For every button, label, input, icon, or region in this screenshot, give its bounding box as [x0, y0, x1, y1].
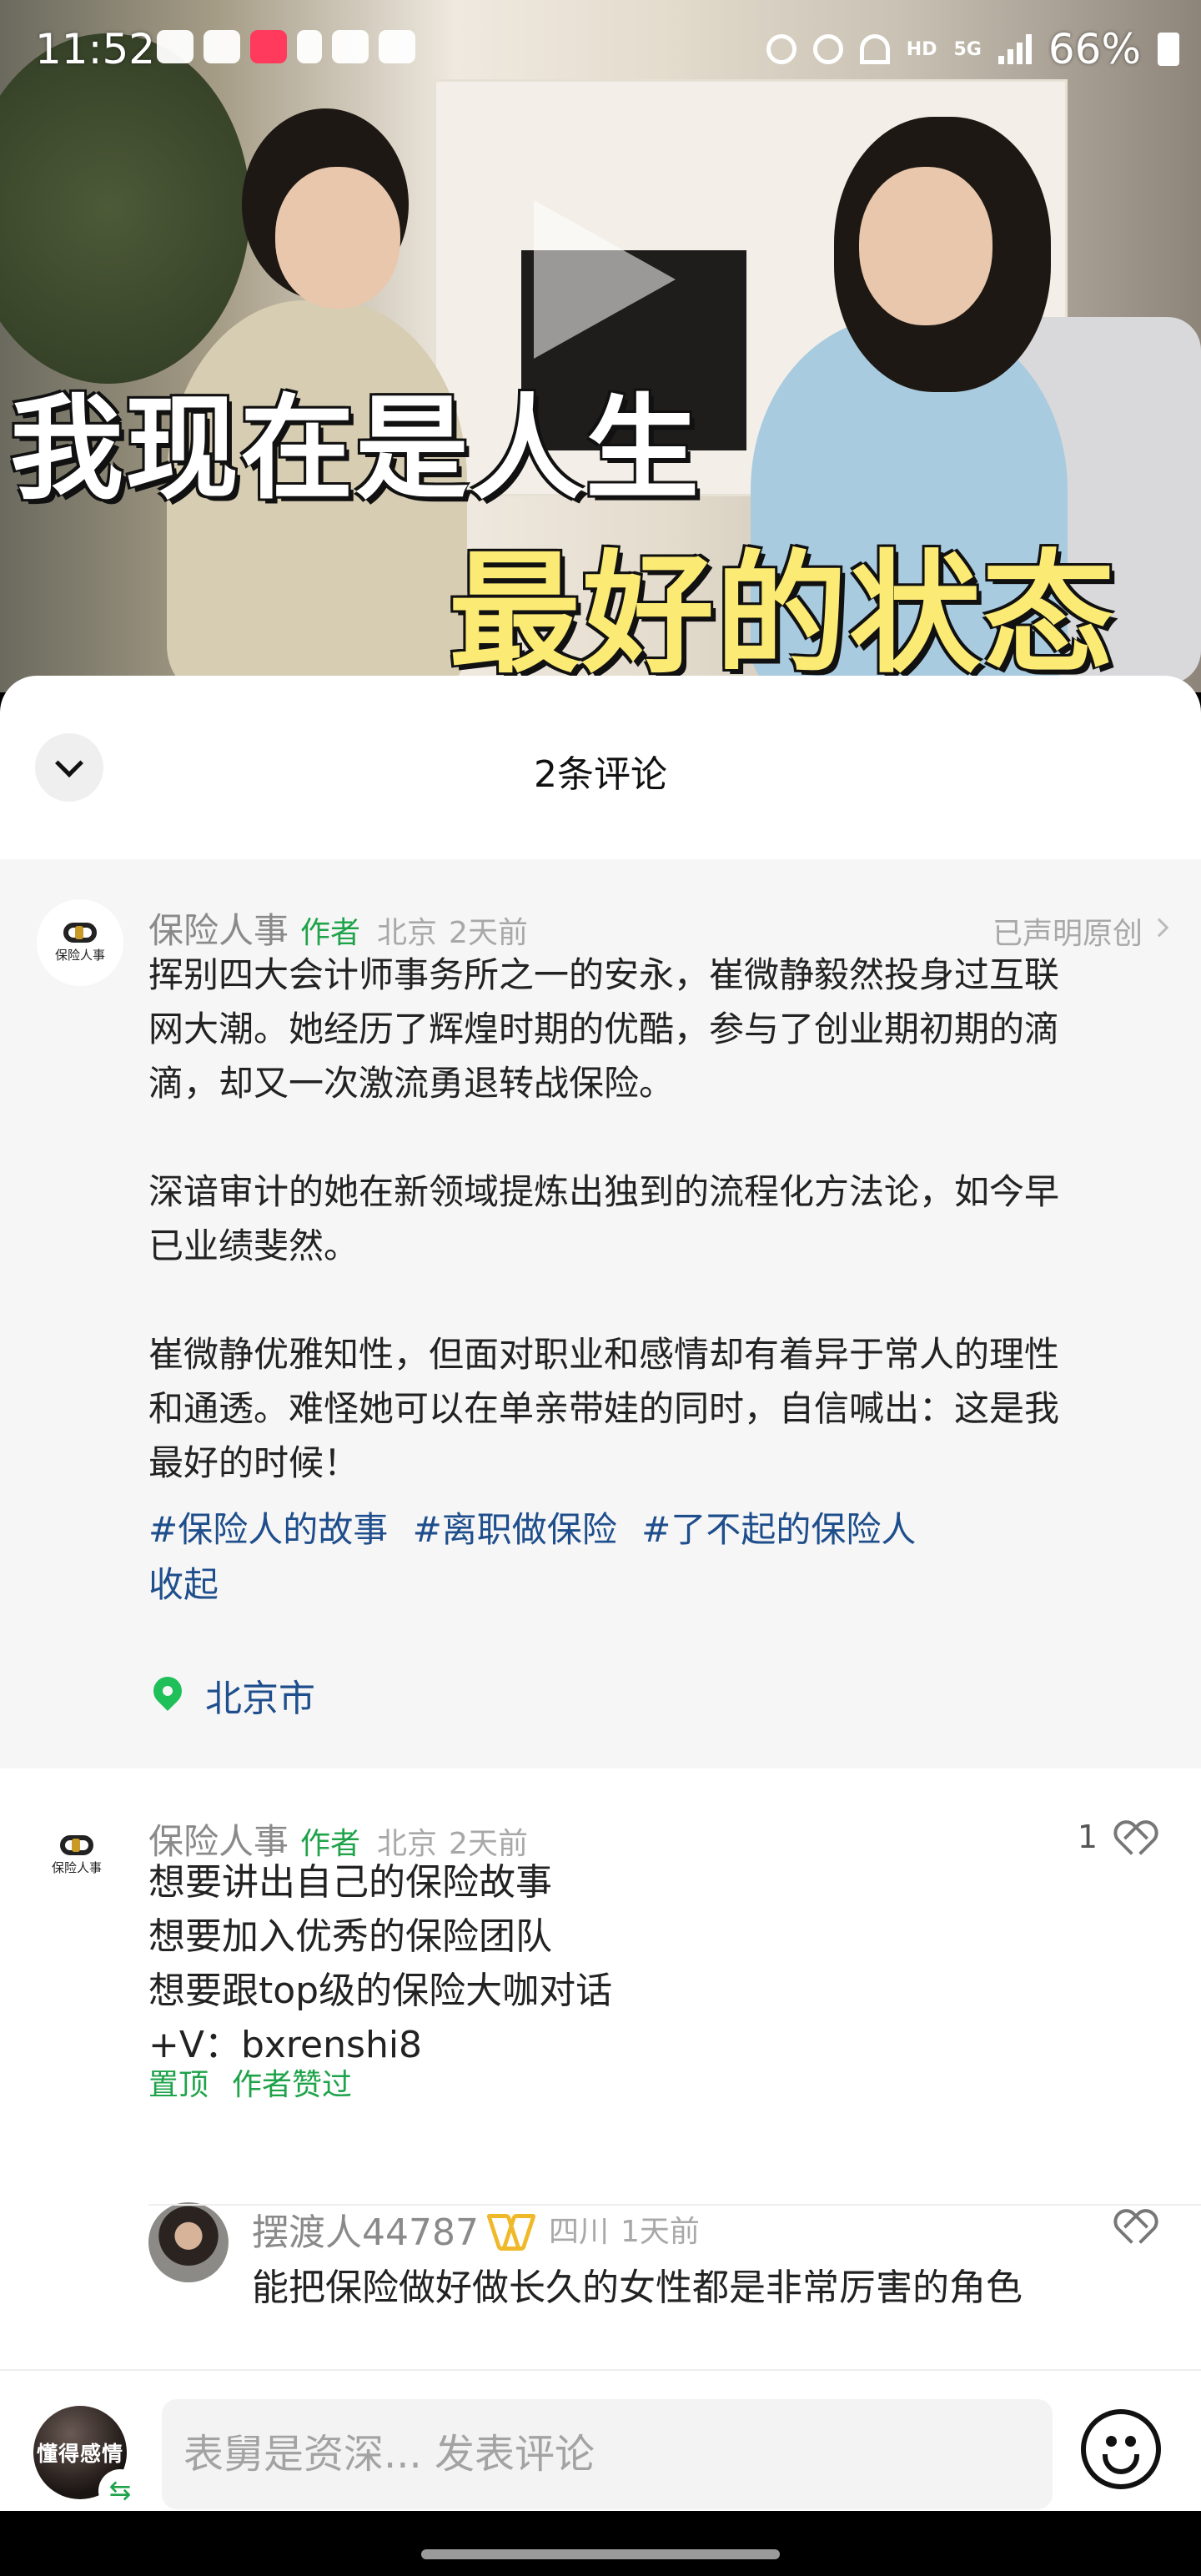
person-left-face: [275, 167, 400, 309]
hashtag[interactable]: #保险人的故事: [148, 1509, 388, 1550]
switch-account-icon[interactable]: ⇆: [98, 2469, 142, 2513]
person-right-face: [859, 167, 992, 325]
hashtag[interactable]: #了不起的保险人: [641, 1509, 916, 1550]
heart-icon[interactable]: [1116, 1824, 1149, 1854]
description-paragraph: 崔微静优雅知性，但面对职业和感情却有着异于常人的理性 和通透。难怪她可以在单亲带…: [148, 1334, 1060, 1483]
post-description: 挥别四大会计师事务所之一的安永，崔微静毅然投身过互联 网大潮。她经历了辉煌时期的…: [148, 948, 1183, 1490]
collapse-text-link[interactable]: 收起: [148, 1557, 219, 1607]
author-name[interactable]: 保险人事: [148, 903, 289, 953]
hashtag[interactable]: #离职做保险: [413, 1509, 617, 1550]
chevron-right-icon: [1149, 918, 1169, 938]
reply-time: 1天前: [621, 2215, 700, 2249]
author-meta: 保险人事 作者 北京 2天前: [148, 903, 528, 953]
brand-logo-icon: [60, 1834, 93, 1855]
pinned-badge: 置顶: [148, 2068, 209, 2102]
comments-header: 2条评论: [0, 676, 1201, 859]
comments-sheet: 2条评论 保险人事 保险人事 作者 北京 2天前 已声明原创 挥别四大会计师事务…: [0, 676, 1201, 2511]
description-paragraph: 深谙审计的她在新领域提炼出独到的流程化方法论，如今早 已业绩斐然。: [148, 1171, 1060, 1266]
mute-icon: [812, 34, 843, 64]
comment-like-count: 1: [1077, 1819, 1098, 1855]
my-avatar-text: 懂得感情: [36, 2442, 123, 2466]
description-paragraph: 挥别四大会计师事务所之一的安永，崔微静毅然投身过互联 网大潮。她经历了辉煌时期的…: [148, 954, 1060, 1104]
gallery-icon: [379, 30, 415, 63]
author-role-tag: 作者: [300, 916, 361, 950]
comment-input-bar: 懂得感情 ⇆: [0, 2369, 1201, 2513]
video-caption-line2: 最好的状态: [449, 538, 1116, 692]
signal-icon: [997, 34, 1032, 64]
location-pin-icon: [147, 1670, 188, 1712]
system-nav-bar: [0, 2511, 1201, 2576]
phone-icon: [332, 30, 369, 63]
battery-percent: 66%: [1048, 25, 1141, 73]
reply-author-name[interactable]: 摆渡人44787: [252, 2202, 479, 2256]
home-gesture-bar[interactable]: [421, 2549, 780, 2559]
network-label: HD: [906, 38, 937, 60]
shopping-bag-icon: [250, 30, 287, 63]
status-time: 11:52: [35, 25, 156, 73]
author-avatar[interactable]: 保险人事: [37, 899, 123, 986]
comment-badges: 置顶 作者赞过: [148, 2060, 352, 2104]
network-type: 5G: [953, 38, 982, 60]
screen: { "status_bar": { "time": "11:52", "batt…: [0, 0, 1201, 2576]
play-icon[interactable]: [534, 200, 676, 359]
reply-text: 能把保险做好做长久的女性都是非常厉害的角色: [252, 2267, 1023, 2309]
reply-location: 四川: [548, 2215, 609, 2249]
w-app-icon: [297, 30, 322, 63]
brand-logo-icon: [63, 922, 97, 943]
comment-text: 想要讲出自己的保险故事 想要加入优秀的保险团队 想要跟top级的保险大咖对话 +…: [148, 1861, 613, 2066]
author-location: 北京: [377, 916, 438, 950]
system-icons: HD 5G 66%: [766, 25, 1179, 73]
divider: [148, 2204, 1201, 2206]
vip-badge-icon: [492, 2214, 529, 2244]
heart-icon[interactable]: [1116, 2212, 1149, 2242]
author-time: 2天前: [449, 916, 528, 950]
author-avatar-text: 保险人事: [54, 947, 105, 963]
status-bar: 11:52 HD 5G 66%: [0, 0, 1201, 108]
alarm-icon: [766, 34, 796, 64]
reply-avatar[interactable]: [148, 2202, 229, 2282]
location-tag[interactable]: 北京市: [205, 1668, 315, 1722]
author-post: 保险人事 保险人事 作者 北京 2天前 已声明原创 挥别四大会计师事务所之一的安…: [0, 859, 1201, 1768]
comment-avatar-text: 保险人事: [51, 1859, 102, 1875]
message-icon: [157, 30, 193, 63]
comment-input[interactable]: [162, 2399, 1053, 2509]
reply-meta: 摆渡人44787 四川 1天前: [252, 2202, 700, 2256]
notification-icons: [157, 30, 415, 63]
comment-avatar[interactable]: 保险人事: [37, 1815, 117, 1895]
wechat-icon: [204, 30, 240, 63]
hashtag-list: #保险人的故事 #离职做保险 #了不起的保险人: [148, 1502, 929, 1552]
wifi-icon: [859, 34, 890, 64]
author-liked-badge: 作者赞过: [232, 2068, 353, 2102]
video-caption-line1: 我现在是人生: [10, 384, 701, 516]
battery-icon: [1158, 33, 1179, 66]
comments-count-title: 2条评论: [534, 753, 667, 796]
emoji-icon[interactable]: [1081, 2409, 1161, 2489]
original-declared-link[interactable]: 已声明原创: [992, 909, 1143, 953]
emoji-mouth: [1103, 2454, 1139, 2474]
